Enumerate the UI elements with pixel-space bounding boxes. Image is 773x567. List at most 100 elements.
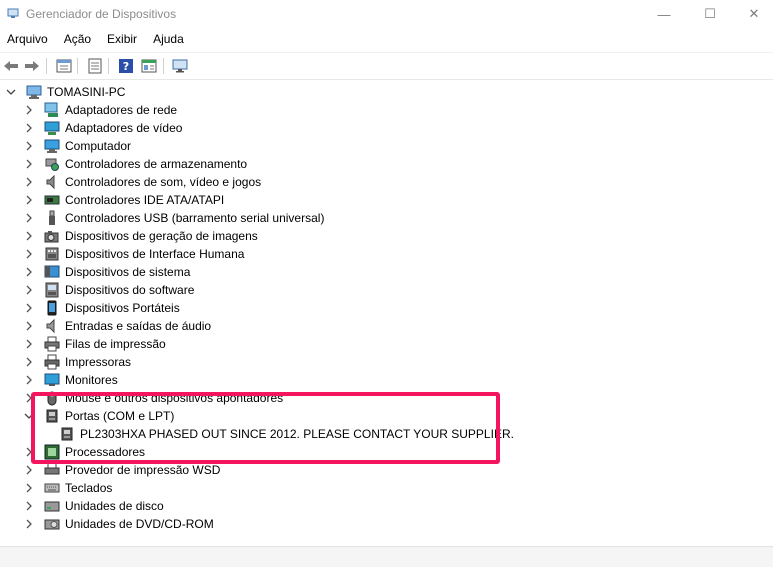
- human-interface-icon: [44, 246, 60, 262]
- tree-item-label: Controladores de armazenamento: [65, 157, 248, 171]
- tree-item-label: Computador: [65, 139, 132, 153]
- tree-item[interactable]: Entradas e saídas de áudio: [23, 317, 211, 335]
- status-bar: [0, 546, 773, 567]
- chevron-right-icon[interactable]: [23, 392, 35, 404]
- tree-item[interactable]: Controladores de som, vídeo e jogos: [23, 173, 261, 191]
- menu-bar: Arquivo Ação Exibir Ajuda: [0, 30, 773, 50]
- tree-item-label: Dispositivos do software: [65, 283, 195, 297]
- computer-icon: [26, 84, 42, 100]
- svg-text:?: ?: [123, 60, 129, 73]
- tree-item-label: Portas (COM e LPT): [65, 409, 175, 423]
- tree-child-item[interactable]: PL2303HXA PHASED OUT SINCE 2012. PLEASE …: [59, 425, 514, 443]
- chevron-right-icon[interactable]: [23, 302, 35, 314]
- monitor-icon[interactable]: [171, 57, 189, 75]
- tree-item-label: Teclados: [65, 481, 113, 495]
- chevron-right-icon[interactable]: [23, 284, 35, 296]
- chevron-right-icon[interactable]: [23, 464, 35, 476]
- chevron-right-icon[interactable]: [23, 104, 35, 116]
- toolbar: ?: [0, 52, 773, 80]
- menu-exibir[interactable]: Exibir: [99, 30, 145, 50]
- chevron-right-icon[interactable]: [23, 482, 35, 494]
- tree-item[interactable]: Dispositivos de geração de imagens: [23, 227, 258, 245]
- tree-item[interactable]: Dispositivos Portáteis: [23, 299, 180, 317]
- mouse-icon: [44, 390, 60, 406]
- chevron-right-icon[interactable]: [23, 176, 35, 188]
- tree-item-label: Processadores: [65, 445, 146, 459]
- tree-item[interactable]: Controladores USB (barramento serial uni…: [23, 209, 324, 227]
- tree-item[interactable]: Mouse e outros dispositivos apontadores: [23, 389, 283, 407]
- chevron-right-icon[interactable]: [23, 212, 35, 224]
- menu-acao[interactable]: Ação: [56, 30, 99, 50]
- tree-item-label: Unidades de DVD/CD-ROM: [65, 517, 214, 531]
- tree-item[interactable]: Adaptadores de vídeo: [23, 119, 182, 137]
- tree-item-label: Impressoras: [65, 355, 132, 369]
- processor-icon: [44, 444, 60, 460]
- list-view-icon[interactable]: [86, 57, 104, 75]
- system-devices-icon: [44, 264, 60, 280]
- chevron-right-icon[interactable]: [23, 248, 35, 260]
- tree-item[interactable]: Adaptadores de rede: [23, 101, 177, 119]
- chevron-right-icon[interactable]: [23, 122, 35, 134]
- tree-item[interactable]: Teclados: [23, 479, 112, 497]
- chevron-right-icon[interactable]: [23, 518, 35, 530]
- monitor-icon: [44, 372, 60, 388]
- tree-item[interactable]: Provedor de impressão WSD: [23, 461, 220, 479]
- tree-item[interactable]: Computador: [23, 137, 131, 155]
- chevron-right-icon[interactable]: [23, 374, 35, 386]
- tree-item-label: Adaptadores de rede: [65, 103, 178, 117]
- software-device-icon: [44, 282, 60, 298]
- chevron-right-icon[interactable]: [23, 338, 35, 350]
- properties-icon[interactable]: [55, 57, 73, 75]
- tree-item[interactable]: Dispositivos do software: [23, 281, 194, 299]
- print-provider-icon: [44, 462, 60, 478]
- chevron-right-icon[interactable]: [23, 158, 35, 170]
- chevron-right-icon[interactable]: [23, 194, 35, 206]
- chevron-right-icon[interactable]: [23, 500, 35, 512]
- tree-item[interactable]: Monitores: [23, 371, 118, 389]
- toolbar-separator: [77, 58, 78, 74]
- minimize-button[interactable]: —: [641, 0, 687, 28]
- chevron-right-icon[interactable]: [23, 320, 35, 332]
- tree-root[interactable]: TOMASINI-PC: [5, 83, 125, 101]
- keyboard-icon: [44, 480, 60, 496]
- chevron-right-icon[interactable]: [23, 446, 35, 458]
- menu-arquivo[interactable]: Arquivo: [0, 30, 56, 50]
- audio-io-icon: [44, 318, 60, 334]
- port-icon: [44, 408, 60, 424]
- tree-item-label: Controladores IDE ATA/ATAPI: [65, 193, 225, 207]
- usb-icon: [44, 210, 60, 226]
- portable-device-icon: [44, 300, 60, 316]
- chevron-right-icon[interactable]: [23, 140, 35, 152]
- chevron-right-icon[interactable]: [23, 230, 35, 242]
- tree-item[interactable]: Dispositivos de sistema: [23, 263, 190, 281]
- maximize-button[interactable]: ☐: [687, 0, 733, 28]
- imaging-device-icon: [44, 228, 60, 244]
- tree-item[interactable]: Controladores IDE ATA/ATAPI: [23, 191, 224, 209]
- help-icon[interactable]: ?: [117, 57, 135, 75]
- tree-item[interactable]: Unidades de disco: [23, 497, 164, 515]
- tree-root-label: TOMASINI-PC: [47, 85, 126, 99]
- details-view-icon[interactable]: [140, 57, 158, 75]
- tree-item[interactable]: Dispositivos de Interface Humana: [23, 245, 244, 263]
- tree-item-expanded[interactable]: Portas (COM e LPT): [23, 407, 174, 425]
- chevron-right-icon[interactable]: [23, 266, 35, 278]
- computer-icon: [44, 138, 60, 154]
- tree-item[interactable]: Controladores de armazenamento: [23, 155, 247, 173]
- tree-item[interactable]: Unidades de DVD/CD-ROM: [23, 515, 214, 533]
- close-button[interactable]: ✕: [731, 0, 773, 28]
- chevron-right-icon[interactable]: [23, 356, 35, 368]
- chevron-down-icon[interactable]: [5, 86, 17, 98]
- menu-ajuda[interactable]: Ajuda: [145, 30, 192, 50]
- forward-arrow-icon[interactable]: [23, 57, 41, 75]
- speaker-icon: [44, 174, 60, 190]
- dvd-drive-icon: [44, 516, 60, 532]
- tree-item[interactable]: Filas de impressão: [23, 335, 166, 353]
- network-adapter-icon: [44, 102, 60, 118]
- ide-controller-icon: [44, 192, 60, 208]
- back-arrow-icon[interactable]: [2, 57, 20, 75]
- tree-item-label: Dispositivos de geração de imagens: [65, 229, 258, 243]
- tree-item[interactable]: Processadores: [23, 443, 145, 461]
- tree-item[interactable]: Impressoras: [23, 353, 131, 371]
- chevron-down-icon[interactable]: [23, 410, 35, 422]
- toolbar-separator: [108, 58, 109, 74]
